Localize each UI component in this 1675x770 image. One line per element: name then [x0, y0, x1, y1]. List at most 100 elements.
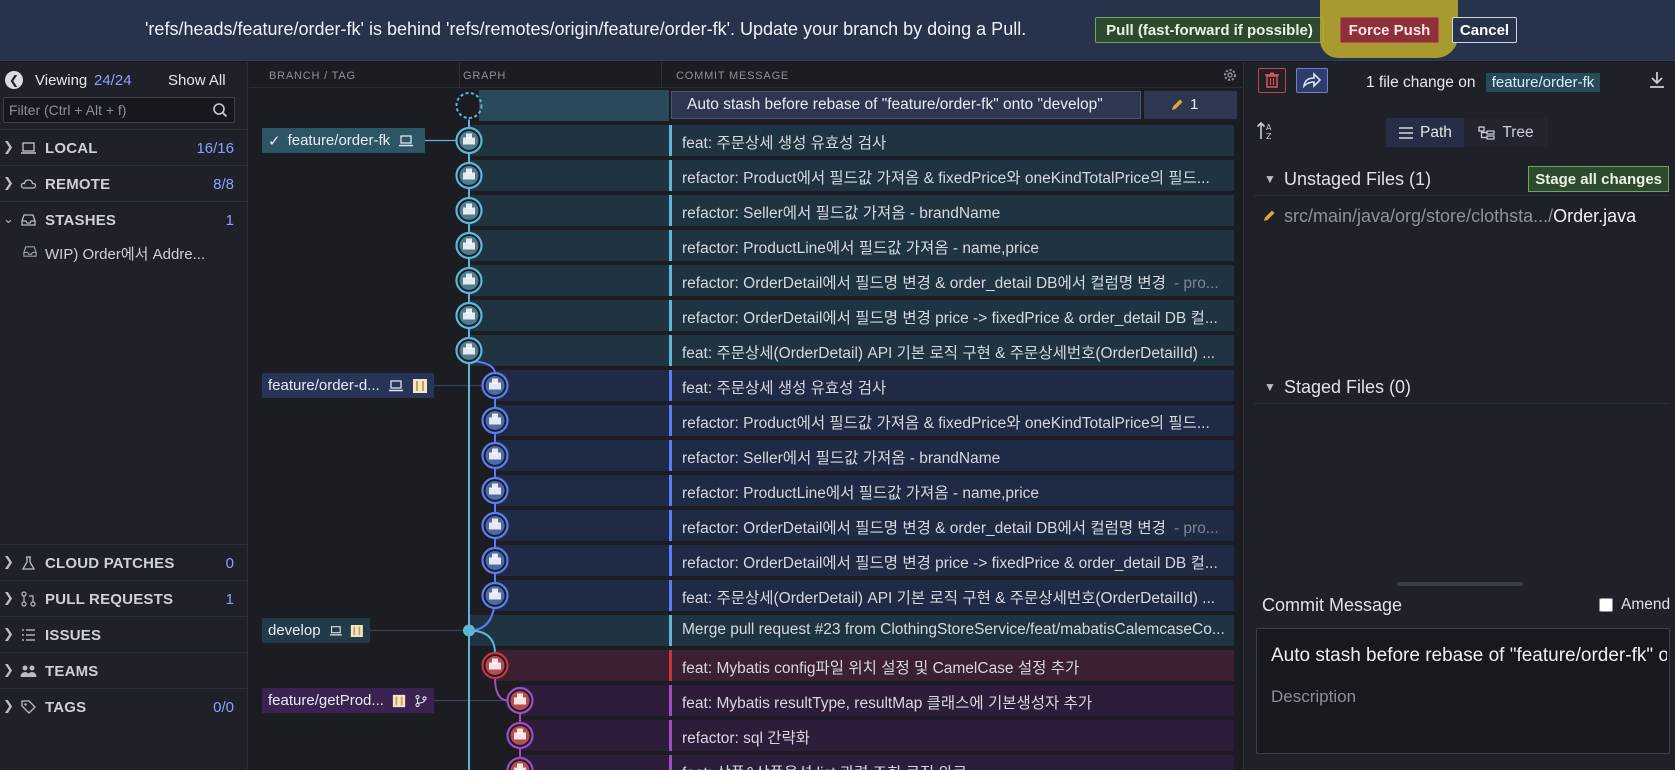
chevron-right-icon: ❯ — [3, 175, 14, 190]
sort-alpha-icon[interactable]: AZ — [1256, 120, 1278, 142]
left-sidebar: ❮ Viewing 24/24 Show All ❯ LOCAL 16/16 ❯… — [0, 62, 248, 770]
commit-node-avatar-glyph — [489, 382, 501, 390]
file-change-summary: 1 file change on feature/order-fk — [1366, 73, 1601, 92]
amend-label: Amend — [1621, 596, 1671, 613]
commit-node-avatar-glyph — [492, 658, 498, 664]
viewing-label: Viewing — [35, 72, 88, 89]
sidebar-section-teams[interactable]: ❯ TEAMS — [0, 652, 248, 689]
commit-summary-input[interactable]: Auto stash before rebase of "feature/ord… — [1271, 645, 1667, 667]
commit-node-avatar-glyph — [489, 662, 501, 670]
sidebar-section-pull-requests[interactable]: ❯ PULL REQUESTS 1 — [0, 580, 248, 617]
sidebar-section-stashes[interactable]: ⌄ STASHES 1 — [0, 201, 248, 238]
unstaged-files-header[interactable]: ▼ Unstaged Files (1) Stage all changes — [1254, 166, 1669, 196]
tree-icon — [1478, 125, 1495, 140]
viewing-count: 24/24 — [94, 72, 132, 89]
commit-node-avatar-glyph — [463, 347, 475, 355]
commit-node-avatar-glyph — [463, 242, 475, 250]
sidebar-section-count: 1 — [225, 591, 234, 608]
commit-graph-panel: BRANCH / TAG GRAPH COMMIT MESSAGE Auto s… — [249, 62, 1242, 770]
commit-node-avatar-glyph — [489, 522, 501, 530]
path-label: Path — [1420, 123, 1452, 141]
path-view-button[interactable]: Path — [1386, 118, 1464, 147]
filter-input[interactable] — [9, 101, 199, 119]
sidebar-section-label: TAGS — [45, 699, 87, 716]
banner-message: 'refs/heads/feature/order-fk' is behind … — [145, 19, 1027, 39]
force-push-button[interactable]: Force Push — [1340, 17, 1439, 43]
file-directory: src/main/java/org/store/clothsta.../ — [1284, 206, 1554, 226]
chevron-down-icon: ⌄ — [3, 211, 14, 226]
commit-node-avatar-glyph — [466, 133, 472, 139]
unstaged-files-label: Unstaged Files (1) — [1284, 169, 1432, 189]
chevron-right-icon: ❯ — [3, 554, 14, 569]
caret-down-icon: ▼ — [1264, 172, 1276, 186]
commit-message-box[interactable]: Auto stash before rebase of "feature/ord… — [1256, 628, 1670, 754]
stash-node[interactable] — [455, 92, 483, 119]
sidebar-section-label: REMOTE — [45, 176, 111, 193]
list-icon — [1399, 126, 1414, 139]
commit-node-avatar-glyph — [492, 483, 498, 489]
caret-down-icon: ▼ — [1264, 380, 1276, 394]
commit-node-avatar-glyph — [517, 693, 523, 699]
commit-node-avatar-glyph — [517, 763, 523, 769]
chevron-right-icon: ❯ — [3, 626, 14, 641]
flask-icon — [21, 556, 36, 570]
commit-node-avatar-glyph — [466, 238, 472, 244]
staged-files-header[interactable]: ▼ Staged Files (0) — [1254, 374, 1669, 404]
file-name: Order.java — [1553, 206, 1637, 226]
sidebar-section-tags[interactable]: ❯ TAGS 0/0 — [0, 688, 248, 725]
graph-lines — [370, 92, 534, 770]
commit-node-avatar-glyph — [492, 588, 498, 594]
commit-message-label: Commit Message — [1262, 595, 1403, 615]
commit-node-avatar-glyph — [463, 312, 475, 320]
commit-node-avatar-glyph — [466, 308, 472, 314]
sidebar-section-remote[interactable]: ❯ REMOTE 8/8 — [0, 165, 248, 202]
commit-node-avatar-glyph — [466, 203, 472, 209]
amend-checkbox[interactable] — [1599, 598, 1613, 612]
pencil-icon — [1264, 210, 1275, 221]
commit-details-panel: 1 file change on feature/order-fk AZ Pat… — [1243, 62, 1675, 770]
unstaged-file-row[interactable]: src/main/java/org/store/clothsta.../Orde… — [1262, 204, 1667, 230]
cancel-button[interactable]: Cancel — [1452, 17, 1517, 43]
show-all-button[interactable]: Show All — [168, 72, 226, 89]
chevron-right-icon: ❯ — [3, 698, 14, 713]
tree-view-button[interactable]: Tree — [1464, 118, 1548, 147]
commit-node-avatar-glyph — [466, 168, 472, 174]
inbox-icon — [21, 214, 36, 226]
commit-node-avatar-glyph — [517, 728, 523, 734]
svg-text:Z: Z — [1266, 132, 1272, 141]
sidebar-section-cloud-patches[interactable]: ❯ CLOUD PATCHES 0 — [0, 544, 248, 581]
sidebar-section-issues[interactable]: ❯ ISSUES — [0, 616, 248, 653]
commit-description-input[interactable]: Description — [1271, 687, 1356, 707]
share-button[interactable] — [1296, 68, 1328, 93]
sidebar-section-local[interactable]: ❯ LOCAL 16/16 — [0, 129, 248, 166]
commit-node-avatar-glyph — [463, 172, 475, 180]
merge-node[interactable] — [463, 624, 475, 637]
discard-button[interactable] — [1258, 68, 1286, 93]
stage-all-changes-button[interactable]: Stage all changes — [1528, 166, 1669, 192]
purple-lane-branch — [494, 677, 509, 702]
commit-node-avatar-glyph — [514, 732, 526, 740]
pull-fast-forward-button[interactable]: Pull (fast-forward if possible) — [1095, 17, 1324, 43]
sidebar-section-count: 16/16 — [196, 140, 234, 157]
search-icon[interactable] — [212, 102, 228, 118]
cloud-icon — [20, 179, 37, 189]
filter-box — [3, 97, 235, 123]
download-icon[interactable] — [1649, 71, 1665, 89]
commit-node-avatar-glyph — [489, 487, 501, 495]
commit-node-avatar-glyph — [489, 592, 501, 600]
chevron-right-icon: ❯ — [3, 662, 14, 677]
commit-node-avatar-glyph — [489, 417, 501, 425]
commit-node-avatar-glyph — [492, 448, 498, 454]
stash-item[interactable]: WIP) Order에서 Addre... — [0, 237, 248, 267]
back-arrow-icon[interactable]: ❮ — [5, 71, 23, 89]
branch-pill: feature/order-fk — [1485, 73, 1601, 92]
stash-item-label: WIP) Order에서 Addre... — [45, 246, 206, 263]
commit-node-avatar-glyph — [492, 378, 498, 384]
sidebar-section-label: PULL REQUESTS — [45, 591, 174, 608]
panel-resize-handle[interactable] — [1397, 582, 1523, 586]
share-arrow-icon — [1302, 72, 1322, 89]
file-path: src/main/java/org/store/clothsta.../Orde… — [1284, 206, 1636, 227]
commit-node-avatar-glyph — [514, 697, 526, 705]
trash-icon — [1265, 72, 1279, 88]
commit-node-avatar-glyph — [492, 413, 498, 419]
